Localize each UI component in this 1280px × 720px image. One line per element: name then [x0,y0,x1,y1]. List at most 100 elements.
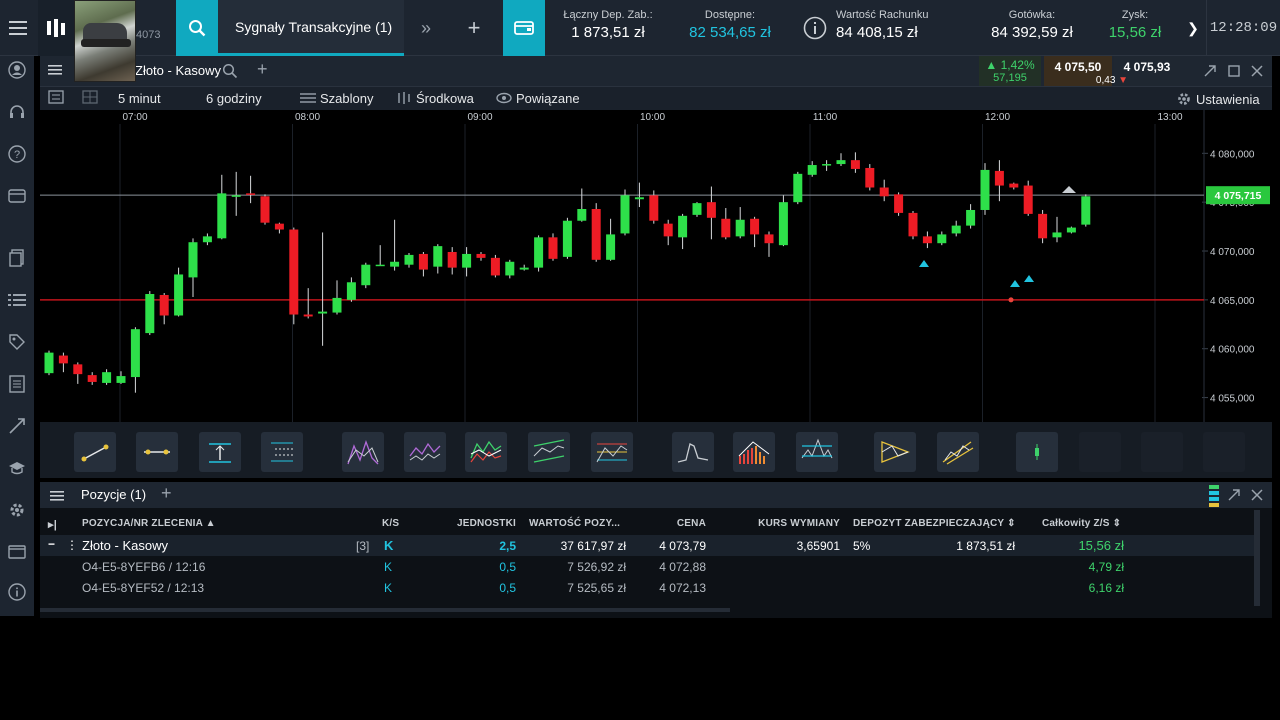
documents-icon[interactable] [7,248,27,268]
add-tab-button[interactable]: + [452,0,496,56]
collapse-icon[interactable]: − [48,537,55,551]
candle-down [1038,213,1048,239]
column-label: POZYCJA/NR ZLECENIA [82,518,203,529]
hamburger-menu-icon[interactable] [0,0,36,56]
user-icon[interactable] [7,60,27,80]
list-view-icon[interactable] [48,90,64,107]
indicator-3-tool[interactable] [465,432,507,472]
help-icon[interactable]: ? [7,144,27,164]
empty-tool-slot[interactable] [1141,432,1183,472]
layout-grid-icon[interactable] [82,90,98,107]
popout-icon[interactable] [1203,64,1217,78]
candle-down [159,294,169,316]
hamburger-menu-icon[interactable] [48,63,64,79]
indicator-4-tool[interactable] [528,432,570,472]
chevron-right-icon[interactable]: ❯ [1182,0,1204,56]
horizontal-line-tool[interactable] [136,432,178,472]
price-type-button[interactable]: Środkowa [396,91,474,106]
candle-down [865,167,875,188]
vertical-scrollbar[interactable] [1254,510,1260,606]
indicator-1-tool[interactable] [342,432,384,472]
stat-value: 82 534,65 zł [689,24,771,41]
list-icon[interactable] [7,290,27,310]
candle-down [260,196,270,223]
info-icon[interactable] [7,582,27,602]
settings-button[interactable]: Ustawienia [1176,91,1260,107]
add-panel-button[interactable]: + [161,483,172,504]
indicator-8-tool[interactable] [796,432,838,472]
report-icon[interactable] [7,374,27,394]
column-header-margin[interactable]: DEPOZYT ZABEZPIECZAJĄCY ⇕ [853,518,1016,529]
table-row-order[interactable]: O4-E5-8YEFB6 / 12:16 K 0,5 7 526,92 zł 4… [40,556,1254,577]
wallet-button[interactable] [503,0,545,56]
search-icon[interactable] [222,63,238,84]
transfer-icon[interactable] [7,416,27,436]
info-icon[interactable] [800,0,830,56]
fibonacci-tool[interactable] [261,432,303,472]
more-tabs-icon[interactable]: » [404,0,448,56]
channel-tool[interactable] [937,432,979,472]
price-axis-label: 4 080,000 [1210,149,1255,160]
candle-up [1081,196,1091,225]
linked-button[interactable]: Powiązane [496,91,580,106]
indicator-2-tool[interactable] [404,432,446,472]
range-selector[interactable]: 6 godziny [206,91,262,106]
price-chart[interactable]: 07:00 08:00 09:00 10:00 11:00 12:00 13:00 4 080… [40,110,1272,422]
trend-line-tool[interactable] [74,432,116,472]
column-header-side[interactable]: K/S [382,518,399,529]
column-header-position[interactable]: POZYCJA/NR ZLECENIA ▲ [82,518,216,529]
indicator-6-tool[interactable] [672,432,714,472]
indicator-7-tool[interactable] [733,432,775,472]
instrument-title[interactable]: Złoto - Kasowy [135,63,221,78]
candle-up [577,209,587,221]
price-range-tool[interactable] [199,432,241,472]
close-icon[interactable] [1250,64,1264,78]
column-label: DEPOZYT ZABEZPIECZAJĄCY [853,518,1005,529]
account-number: 4073 [136,29,161,41]
expand-all-icon[interactable]: ▸| [48,518,57,531]
close-icon[interactable] [1250,488,1264,502]
columns-icon[interactable] [1209,484,1221,513]
table-row-order[interactable]: O4-E5-8YEF52 / 12:13 K 0,5 7 525,65 zł 4… [40,577,1254,598]
horizontal-scrollbar[interactable] [40,608,730,612]
maximize-icon[interactable] [1227,64,1241,78]
change-absolute: 57,195 [993,72,1027,84]
empty-tool-slot[interactable] [1203,432,1245,472]
candle-up [793,173,803,203]
candle-up [505,261,515,276]
add-instrument-button[interactable]: + [257,59,268,80]
hamburger-menu-icon[interactable] [50,489,64,507]
row-menu-icon[interactable]: ⋮ [66,538,78,552]
column-header-total-pl[interactable]: Całkowity Z/S ⇕ [1042,518,1121,529]
pattern-tool[interactable] [874,432,916,472]
candle-up [692,203,702,215]
indicator-5-tool[interactable] [591,432,633,472]
candle-down [764,234,774,244]
tag-icon[interactable] [7,332,27,352]
column-header-fx-rate[interactable]: KURS WYMIANY [740,518,840,529]
gear-icon[interactable] [7,500,27,520]
interval-selector[interactable]: 5 minut [118,91,161,106]
candle-type-tool[interactable] [1016,432,1058,472]
candle-up [519,267,529,270]
wallet-icon[interactable] [7,186,27,206]
templates-button[interactable]: Szablony [300,91,373,106]
column-header-units[interactable]: JEDNOSTKI [440,518,516,529]
candle-down [246,193,256,195]
maximize-icon[interactable] [1227,488,1241,502]
candle-up [361,264,371,286]
card-icon[interactable] [7,542,27,562]
candlestick-chart[interactable]: 07:00 08:00 09:00 10:00 11:00 12:00 13:00 4 080… [40,110,1272,422]
stat-label: Łączny Dep. Zab.: [563,9,653,21]
column-header-value[interactable]: WARTOŚĆ POZY... [529,518,620,529]
platform-logo-icon[interactable] [38,0,74,56]
candle-up [951,225,961,234]
column-header-price[interactable]: CENA [640,518,706,529]
empty-tool-slot[interactable] [1079,432,1121,472]
education-icon[interactable] [7,458,27,478]
table-header: ▸| POZYCJA/NR ZLECENIA ▲ K/S JEDNOSTKI W… [40,514,1254,535]
tab-trading-signals[interactable]: Sygnały Transakcyjne (1) [218,0,404,56]
search-button[interactable] [176,0,218,56]
headset-icon[interactable] [7,102,27,122]
table-row-position[interactable]: − ⋮ Złoto - Kasowy [3] K 2,5 37 617,97 z… [40,535,1254,556]
